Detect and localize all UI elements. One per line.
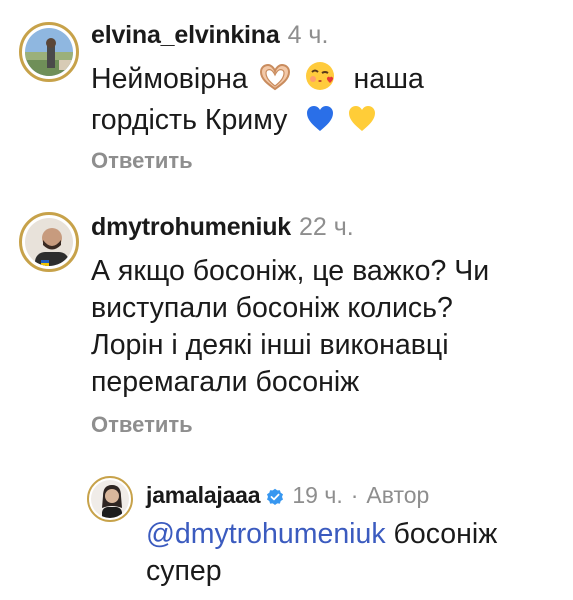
mention-link[interactable]: @dmytrohumeniuk	[146, 518, 386, 550]
username[interactable]: jamalajaaa	[146, 482, 261, 508]
reply-text: @dmytrohumeniuk босоніж супер	[146, 516, 497, 590]
comment-text-line-3: Лорін і деякі інші виконавці	[91, 329, 449, 361]
comment-text-line-1: Неймовірна наша	[91, 60, 424, 102]
comment-text-line-2: гордість Криму	[91, 102, 424, 143]
avatar-image-icon	[25, 218, 73, 266]
comment-text-line-1: А якщо босоніж, це важко? Чи	[91, 255, 490, 287]
avatar-image-icon	[91, 480, 129, 518]
comment-text: Неймовірна наша гордість Криму	[91, 60, 424, 143]
avatar[interactable]	[19, 22, 79, 82]
avatar-image-icon	[25, 28, 73, 76]
timestamp: 22 ч.	[299, 213, 354, 241]
reply-button[interactable]: Ответить	[91, 148, 193, 174]
comment-elvina: elvina_elvinkina 4 ч. Неймовірна наша го…	[0, 0, 573, 190]
comment-text: А якщо босоніж, це важко? Чи виступали б…	[91, 253, 489, 401]
avatar[interactable]	[19, 212, 79, 272]
reply-header: jamalajaaa 19 ч. · Автор	[146, 480, 429, 513]
reply-jamala: jamalajaaa 19 ч. · Автор @dmytrohumeniuk б…	[0, 460, 573, 600]
avatar[interactable]	[87, 476, 133, 522]
avatar-photo	[25, 28, 73, 76]
comment-header: elvina_elvinkina 4 ч.	[91, 20, 328, 50]
separator: ·	[350, 482, 359, 508]
comment-dmytro: dmytrohumeniuk 22 ч. А якщо босоніж, це в…	[0, 190, 573, 450]
username[interactable]: elvina_elvinkina	[91, 21, 280, 49]
yellow-heart-emoji-icon	[347, 105, 377, 143]
timestamp: 19 ч.	[292, 482, 343, 508]
comment-text-line-4: перемагали босоніж	[91, 366, 360, 398]
reply-text-line-2: супер	[146, 555, 222, 587]
reply-button[interactable]: Ответить	[91, 412, 193, 438]
blue-heart-emoji-icon	[305, 105, 335, 143]
avatar-photo	[25, 218, 73, 266]
username[interactable]: dmytrohumeniuk	[91, 213, 291, 241]
author-label: Автор	[366, 482, 430, 508]
face-blowing-kiss-emoji-icon	[304, 60, 336, 102]
timestamp: 4 ч.	[287, 21, 329, 49]
heart-hands-emoji-icon	[258, 62, 292, 102]
verified-badge-icon	[266, 483, 284, 513]
reply-text-line-1: @dmytrohumeniuk босоніж	[146, 518, 498, 550]
avatar-photo	[91, 480, 129, 518]
comment-text-line-2: виступали босоніж колись?	[91, 292, 453, 324]
comment-header: dmytrohumeniuk 22 ч.	[91, 212, 354, 242]
